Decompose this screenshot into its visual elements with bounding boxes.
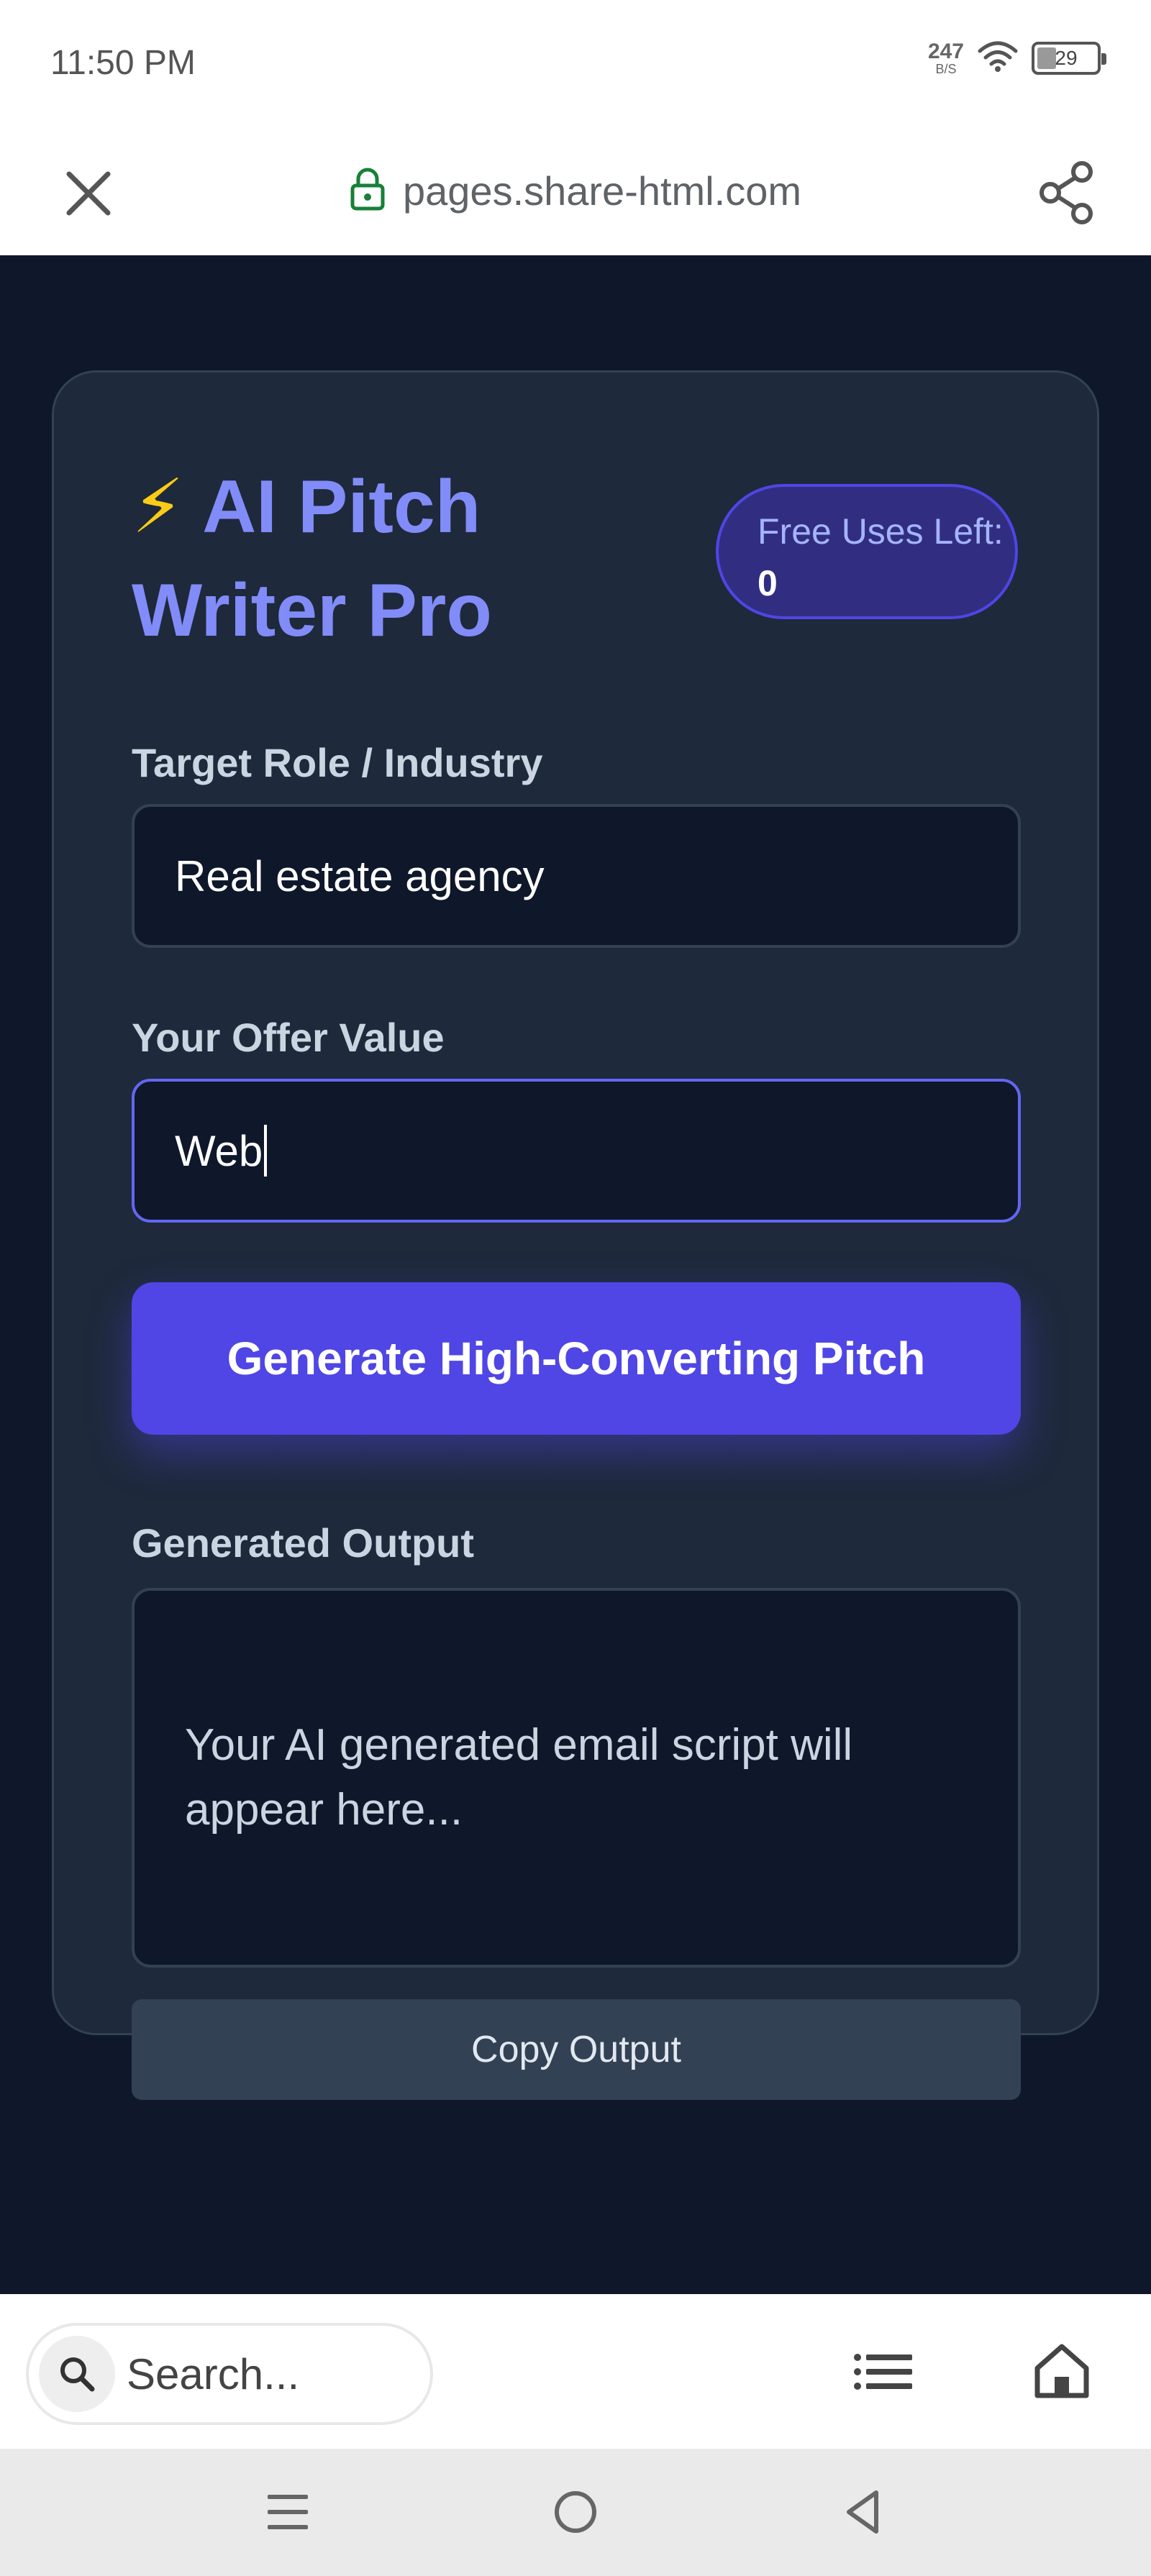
back-icon bbox=[847, 2490, 878, 2534]
page-content: ⚡ AI Pitch Writer Pro Free Uses Left: 0 … bbox=[0, 255, 1151, 2294]
offer-value-text: Web bbox=[175, 1126, 263, 1175]
copy-output-button[interactable]: Copy Output bbox=[132, 1999, 1021, 2100]
status-time: 11:50 PM bbox=[50, 44, 196, 82]
tabs-list-icon bbox=[854, 2354, 912, 2390]
url-text: pages.share-html.com bbox=[402, 168, 801, 214]
share-icon bbox=[1039, 161, 1093, 224]
output-placeholder: Your AI generated email script will appe… bbox=[185, 1720, 853, 1835]
browser-home-button[interactable] bbox=[1026, 2334, 1098, 2406]
free-uses-count: 0 bbox=[758, 563, 778, 603]
status-icons: 247 B/S 29 bbox=[927, 39, 1106, 76]
offer-value-label: Your Offer Value bbox=[132, 1015, 445, 1060]
tabs-button[interactable] bbox=[849, 2337, 918, 2406]
lightning-icon: ⚡ bbox=[132, 465, 185, 549]
system-home-button[interactable] bbox=[540, 2476, 611, 2548]
home-icon bbox=[1034, 2344, 1089, 2398]
search-bar[interactable]: Search... bbox=[26, 2323, 433, 2425]
offer-value-input[interactable]: Web bbox=[132, 1079, 1021, 1223]
target-role-label: Target Role / Industry bbox=[132, 740, 543, 785]
target-role-input[interactable] bbox=[132, 804, 1021, 948]
app-title-text: AI Pitch Writer Pro bbox=[132, 465, 492, 652]
network-speed: 247 B/S bbox=[927, 39, 964, 76]
search-icon bbox=[39, 2336, 115, 2412]
browser-bar: pages.share-html.com bbox=[0, 129, 1151, 255]
status-bar: 11:50 PM 247 B/S 29 bbox=[0, 0, 1151, 129]
free-uses-badge: Free Uses Left: 0 bbox=[716, 484, 1018, 619]
share-button[interactable] bbox=[1032, 158, 1101, 227]
search-placeholder: Search... bbox=[127, 2349, 300, 2398]
battery-icon: 29 bbox=[1032, 41, 1106, 75]
generate-pitch-button[interactable]: Generate High-Converting Pitch bbox=[132, 1282, 1021, 1435]
battery-fill bbox=[1037, 47, 1056, 69]
generated-output-box[interactable]: Your AI generated email script will appe… bbox=[132, 1588, 1021, 1968]
recents-icon bbox=[268, 2495, 308, 2529]
free-uses-label: Free Uses Left: bbox=[758, 511, 1004, 552]
home-circle-icon bbox=[555, 2491, 596, 2533]
text-caret bbox=[264, 1125, 268, 1177]
bottom-toolbar: Search... bbox=[0, 2294, 1151, 2449]
back-button[interactable] bbox=[827, 2476, 899, 2548]
wifi-icon bbox=[977, 40, 1019, 76]
app-card: ⚡ AI Pitch Writer Pro Free Uses Left: 0 … bbox=[52, 370, 1099, 2100]
recents-button[interactable] bbox=[252, 2476, 324, 2548]
network-speed-value: 247 bbox=[927, 39, 964, 63]
generated-output-label: Generated Output bbox=[132, 1520, 475, 1566]
system-nav-bar bbox=[0, 2449, 1151, 2576]
url-bar[interactable]: pages.share-html.com bbox=[0, 167, 1151, 215]
network-speed-unit: B/S bbox=[935, 61, 957, 76]
battery-level: 29 bbox=[1055, 46, 1078, 69]
app-title: ⚡ AI Pitch Writer Pro bbox=[132, 455, 621, 662]
lock-icon bbox=[350, 167, 386, 215]
